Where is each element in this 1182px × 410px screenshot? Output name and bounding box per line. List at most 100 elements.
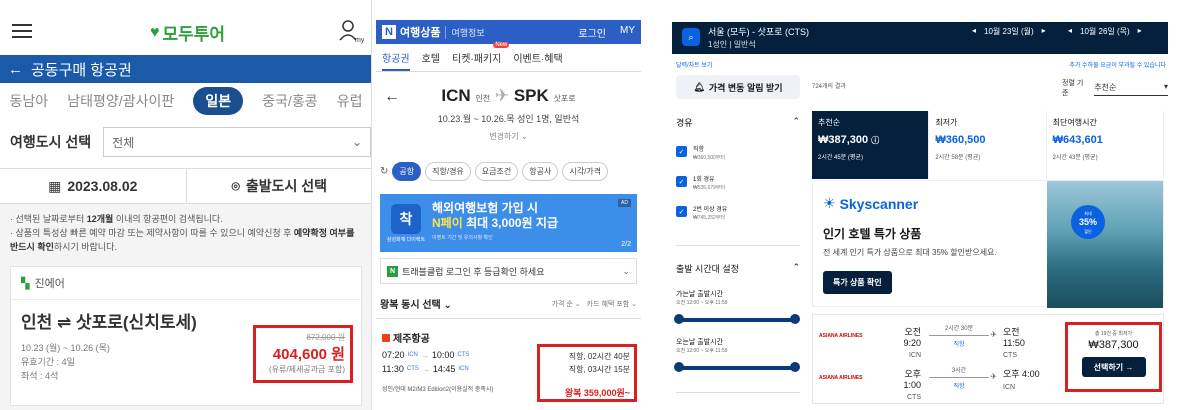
page-title-bar: ← 공동구매 항공권 [0, 55, 371, 83]
region-tab[interactable]: 남태평양/괌사이판 [67, 91, 174, 111]
naver-header: N 여행상품 여행정보 로그인 MY [376, 20, 641, 44]
filter-fare[interactable]: 요금조건 [474, 162, 519, 181]
modoo-header: ♥ 모두투어 my [0, 0, 371, 55]
outbound-date[interactable]: ◂ 10월 23일 (월) ▸ [972, 26, 1046, 37]
travel-club-login[interactable]: N 트래블클럽 로그인 후 등급확인 하세요 ⌄ [380, 258, 637, 284]
modoo-logo[interactable]: ♥ 모두투어 [150, 20, 225, 45]
arrow-icon: → [420, 350, 429, 360]
divider [376, 318, 641, 319]
price-alert-button[interactable]: 🔔︎ 가격 변동 알림 받기 [676, 75, 800, 99]
service-title[interactable]: 여행상품 [400, 24, 440, 40]
return-row: ASIANA AIRLINES 오후 1:00 CTS 3시간 ✈ 직항 오후 4… [819, 368, 1040, 401]
region-tab[interactable]: 동남아 [10, 91, 49, 111]
airline-logo: ASIANA AIRLINES [819, 333, 863, 339]
ad-description: 전 세계 인기 특가 상품으로 최대 35% 할인받으세요. [823, 248, 997, 257]
filter-airport[interactable]: 공항 [392, 162, 422, 181]
tab-events[interactable]: 이벤트·혜택 [513, 50, 562, 65]
city-select[interactable]: 전체 ⌄ [103, 127, 371, 157]
calendar-chart-link[interactable]: 달력/차트 보기 [676, 60, 712, 69]
skyscanner-logo: ☀ Skyscanner [823, 195, 919, 212]
airline-row: ▚ 진에어 [11, 267, 361, 300]
flight-price: ₩387,300 [1088, 339, 1139, 351]
prev-date-icon: ◂ [1068, 26, 1073, 35]
results-area: · 선택된 날짜로부터 12개월 이내의 항공편이 검색됩니다. · 상품의 특… [0, 204, 371, 410]
page-title: 공동구매 항공권 [31, 61, 132, 79]
chevron-up-icon: ⌃ [792, 116, 800, 126]
outbound-time-slider[interactable] [674, 314, 800, 324]
airline-logo-icon: ▚ [21, 277, 30, 290]
return-time-label: 오는날 출발시간 오전 12:00 ~ 오후 11:59 [676, 339, 728, 354]
ad-banner[interactable]: 착 삼성화재 다이렉트 해외여행보험 가입 시 N페이 최대 3,000원 지급… [380, 194, 637, 252]
region-tab-selected[interactable]: 일본 [193, 87, 244, 115]
info-icon: ⓘ [871, 136, 880, 145]
result-count: 724개의 결과 [812, 84, 846, 90]
back-arrow-icon[interactable]: ← [8, 61, 23, 78]
pax-summary[interactable]: 1성인 | 일반석 [708, 39, 756, 50]
login-link[interactable]: 로그인 [578, 25, 606, 40]
checkbox-checked-icon: ✓ [676, 176, 687, 187]
svg-text:my: my [355, 37, 364, 44]
change-button[interactable]: 변경하기 ⌄ [376, 131, 641, 142]
my-account-icon[interactable]: my [338, 18, 364, 44]
next-date-icon: ▸ [1137, 26, 1142, 35]
price-highlight: 872,000 원 404,600 원 (유류/제세공과금 포함) [253, 325, 353, 383]
sort-dropdown[interactable]: 추천순 ▾ [1094, 80, 1168, 96]
stops-option-one[interactable]: ✓ 1회 경유 ₩535,679부터 [676, 176, 725, 192]
leg1-info: 직항, 02시간 40분 [568, 352, 630, 361]
outbound-leg[interactable]: 07:20 ICN → 10:00 CTS [382, 350, 469, 360]
time-filter-title[interactable]: 출발 시간대 설정 ⌃ [676, 262, 800, 275]
skyscanner-sun-icon: ☀ [823, 195, 836, 211]
region-tab[interactable]: 유럽 [337, 91, 363, 111]
chevron-down-icon: ⌄ [352, 135, 363, 149]
filter-airline[interactable]: 항공사 [522, 162, 559, 181]
modoo-panel: ♥ 모두투어 my ← 공동구매 항공권 동남아 남태평양/괌사이판 일본 중국/… [0, 0, 372, 410]
notice: · 선택된 날짜로부터 12개월 이내의 항공편이 검색됩니다. · 상품의 특… [10, 214, 355, 252]
filter-stops[interactable]: 직항/경유 [425, 162, 471, 181]
chevron-down-icon: ⌄ [622, 265, 630, 276]
roundtrip-price: 왕복 359,000원~ [564, 388, 630, 398]
hotel-ad: ☀ Skyscanner 인기 호텔 특가 상품 전 세계 인기 특가 상품으로 … [812, 180, 1164, 308]
menu-icon[interactable] [12, 24, 32, 38]
ad-label: AD [618, 199, 631, 207]
refresh-icon[interactable]: ↻ [380, 166, 388, 177]
naver-logo[interactable]: N [382, 25, 396, 39]
sort-row: 왕복 동시 선택 ⌄ 가격 순 ⌄ 카드 혜택 포함 ⌄ [380, 296, 637, 311]
plane-icon: ✈ [990, 330, 997, 339]
skyscanner-panel: ⌕ 서울 (모두) - 삿포로 (CTS) 1성인 | 일반석 ◂ 10월 23일… [672, 0, 1168, 410]
banner-pager: 2/2 [621, 241, 631, 248]
original-price: 872,000 원 [306, 333, 345, 342]
tab-hotel[interactable]: 호텔 [422, 50, 440, 65]
return-time-slider[interactable] [674, 362, 800, 372]
tab-ticket-package[interactable]: 티켓·패키지 New [452, 42, 510, 65]
return-date[interactable]: ◂ 10월 26일 (목) ▸ [1068, 26, 1142, 37]
sort-card[interactable]: 카드 혜택 포함 ⌄ [587, 299, 637, 309]
roundtrip-select[interactable]: 왕복 동시 선택 ⌄ [380, 296, 452, 311]
select-button[interactable]: 선택하기 → [1081, 357, 1146, 377]
stops-option-direct[interactable]: ✓ 직항 ₩360,500부터 [676, 146, 725, 162]
tab-flights[interactable]: 항공권 [382, 50, 410, 71]
tab-cheapest[interactable]: 최저가 ₩360,500 2시간 58분 (평균) [929, 111, 1047, 179]
checkbox-checked-icon: ✓ [676, 206, 687, 217]
date-row: ▦ 2023.08.02 ⌾ 출발도시 선택 [0, 168, 372, 204]
stops-filter-title[interactable]: 경유 ⌃ [676, 116, 800, 129]
region-tab[interactable]: 중국/홍콩 [262, 91, 317, 111]
tab-fastest[interactable]: 최단여행시간 ₩643,601 2시간 43분 (평균) [1046, 111, 1164, 179]
tab-best[interactable]: 추천순 ₩387,300 ⓘ 2시간 45분 (평균) [812, 111, 930, 179]
route-summary[interactable]: 서울 (모두) - 삿포로 (CTS) [708, 25, 809, 38]
divider [676, 392, 800, 393]
ad-title: 인기 호텔 특가 상품 [823, 227, 922, 241]
departure-city-select[interactable]: ⌾ 출발도시 선택 [187, 169, 372, 203]
fare-card[interactable]: ▚ 진에어 인천 ⇌ 삿포로(신치토세) 10.23 (월) ~ 10.26 (… [10, 266, 362, 406]
sort-price[interactable]: 가격 순 ⌄ [552, 299, 581, 309]
ad-cta-button[interactable]: 특가 상품 확인 [823, 271, 892, 294]
filter-time-price[interactable]: 시각/가격 [562, 162, 609, 181]
stops-option-two-plus[interactable]: ✓ 2번 이상 경유 ₩745,252부터 [676, 206, 727, 222]
my-link[interactable]: MY [620, 25, 635, 40]
return-leg[interactable]: 11:30 CTS → 14:45 ICN [382, 364, 469, 374]
divider [676, 245, 800, 246]
service-subtitle[interactable]: 여행정보 [445, 25, 485, 39]
search-icon[interactable]: ⌕ [682, 28, 700, 46]
discount-badge: 최대 35% 할인 [1071, 205, 1105, 239]
baggage-fee-link[interactable]: 추가 수하물 요금이 부과될 수 있습니다 [1069, 60, 1166, 69]
date-picker[interactable]: ▦ 2023.08.02 [0, 169, 187, 203]
